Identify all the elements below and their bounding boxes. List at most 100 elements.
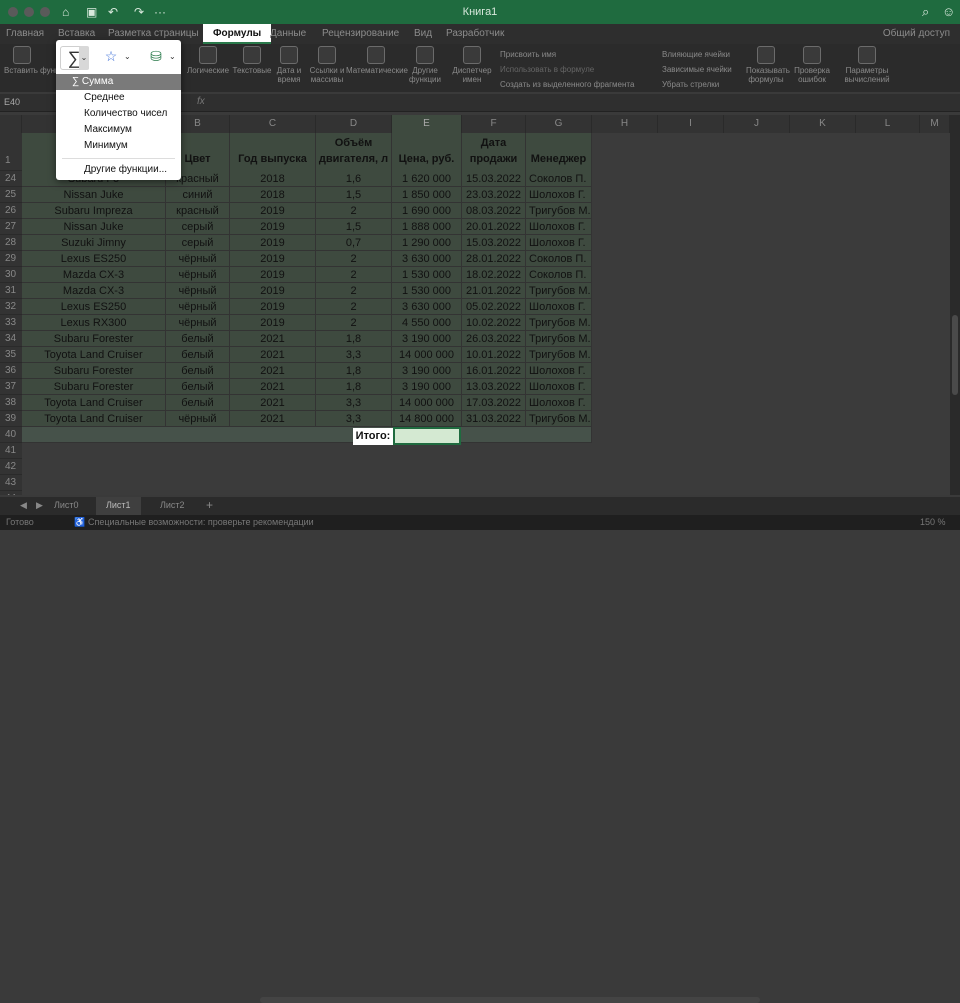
cell[interactable]: 1,8 <box>316 363 392 379</box>
row-header[interactable]: 31 <box>0 283 22 299</box>
cell[interactable]: 14 000 000 <box>392 347 462 363</box>
cell[interactable]: Шолохов Г. <box>526 379 592 395</box>
cell[interactable]: Lexus ES250 <box>22 251 166 267</box>
cell[interactable]: 2019 <box>230 203 316 219</box>
cell[interactable]: Subaru Impreza <box>22 203 166 219</box>
cell[interactable]: 2021 <box>230 331 316 347</box>
cell[interactable]: 2019 <box>230 283 316 299</box>
sheet-nav-next-icon[interactable]: ▶ <box>36 500 43 511</box>
trace-precedents-button[interactable]: Влияющие ячейки <box>662 50 730 59</box>
tab-view[interactable]: Вид <box>414 28 432 39</box>
star-icon[interactable]: ☆ <box>101 48 121 68</box>
cell[interactable]: 2019 <box>230 299 316 315</box>
cell[interactable]: Nissan Juke <box>22 187 166 203</box>
column-header-j[interactable]: J <box>724 115 790 133</box>
cell[interactable]: 1 530 000 <box>392 267 462 283</box>
cell[interactable]: 3 190 000 <box>392 379 462 395</box>
cell[interactable]: Toyota Land Cruiser <box>22 395 166 411</box>
logical-button[interactable]: Логические <box>186 46 230 75</box>
cell[interactable]: 2018 <box>230 171 316 187</box>
cell[interactable]: 15.03.2022 <box>462 235 526 251</box>
cell[interactable]: 2 <box>316 283 392 299</box>
tab-home[interactable]: Главная <box>6 28 44 39</box>
cell[interactable]: Тригубов М. <box>526 411 592 427</box>
insert-function-button[interactable]: Вставить функцию <box>4 46 74 75</box>
chevron-down-icon[interactable]: ⌄ <box>79 46 89 70</box>
cell[interactable]: 2019 <box>230 251 316 267</box>
cell[interactable]: 14 000 000 <box>392 395 462 411</box>
header-cell-f[interactable]: Дата продажи <box>462 133 526 171</box>
cell[interactable]: 1,8 <box>316 379 392 395</box>
cell[interactable]: 3 630 000 <box>392 251 462 267</box>
cell[interactable]: Соколов П. <box>526 267 592 283</box>
assign-name-button[interactable]: Присвоить имя <box>500 50 556 59</box>
sheet-nav-prev-icon[interactable]: ◀ <box>20 500 27 511</box>
cell[interactable]: Mazda CX-3 <box>22 283 166 299</box>
select-all-corner[interactable] <box>0 115 22 133</box>
cell[interactable]: Шолохов Г. <box>526 187 592 203</box>
sheet-tab-1[interactable]: Лист1 <box>96 497 141 515</box>
trace-dependents-button[interactable]: Зависимые ячейки <box>662 65 732 74</box>
cell[interactable]: белый <box>166 379 230 395</box>
cell[interactable]: 4 550 000 <box>392 315 462 331</box>
cell[interactable]: 16.01.2022 <box>462 363 526 379</box>
horizontal-scrollbar[interactable] <box>260 997 760 1003</box>
cell[interactable]: 23.03.2022 <box>462 187 526 203</box>
column-header-d[interactable]: D <box>316 115 392 133</box>
cell[interactable]: белый <box>166 347 230 363</box>
header-cell-e[interactable]: Цена, руб. <box>392 133 462 171</box>
column-header-h[interactable]: H <box>592 115 658 133</box>
cell[interactable]: серый <box>166 219 230 235</box>
cell[interactable]: 1,5 <box>316 219 392 235</box>
row-header[interactable]: 32 <box>0 299 22 315</box>
cell[interactable]: 2021 <box>230 363 316 379</box>
accessibility-status[interactable]: Специальные возможности: проверьте реком… <box>88 517 314 527</box>
row-header[interactable]: 36 <box>0 363 22 379</box>
name-manager-button[interactable]: Диспетчер имен <box>452 46 492 84</box>
use-in-formula-button[interactable]: Использовать в формуле <box>500 65 594 74</box>
selected-cell-e40[interactable] <box>393 427 461 445</box>
column-header-k[interactable]: K <box>790 115 856 133</box>
cell[interactable]: 3,3 <box>316 395 392 411</box>
menu-item-count[interactable]: Количество чисел <box>56 106 181 122</box>
cell[interactable]: 2 <box>316 299 392 315</box>
show-formulas-button[interactable]: Показывать формулы <box>746 46 790 84</box>
tab-insert[interactable]: Вставка <box>58 28 95 39</box>
sheet-tab-2[interactable]: Лист2 <box>160 500 185 510</box>
cell[interactable]: Тригубов М. <box>526 283 592 299</box>
cell[interactable]: чёрный <box>166 315 230 331</box>
cell[interactable]: 1 850 000 <box>392 187 462 203</box>
column-header-e[interactable]: E <box>392 115 462 133</box>
cell[interactable]: Toyota Land Cruiser <box>22 347 166 363</box>
row-header[interactable]: 41 <box>0 443 22 459</box>
cell[interactable]: чёрный <box>166 411 230 427</box>
row-header[interactable]: 37 <box>0 379 22 395</box>
database-icon[interactable]: ⛁ <box>146 48 166 68</box>
cell[interactable]: 2 <box>316 251 392 267</box>
cell[interactable]: 2019 <box>230 235 316 251</box>
calc-options-button[interactable]: Параметры вычислений <box>842 46 892 84</box>
cell[interactable]: 13.03.2022 <box>462 379 526 395</box>
row-header[interactable]: 42 <box>0 459 22 475</box>
cell[interactable]: Шолохов Г. <box>526 395 592 411</box>
cell[interactable]: Lexus RX300 <box>22 315 166 331</box>
cell[interactable]: Toyota Land Cruiser <box>22 411 166 427</box>
row-header[interactable]: 26 <box>0 203 22 219</box>
cell[interactable]: 2019 <box>230 267 316 283</box>
row-header[interactable]: 34 <box>0 331 22 347</box>
row-header[interactable]: 29 <box>0 251 22 267</box>
row-header[interactable]: 28 <box>0 235 22 251</box>
cell[interactable]: 14 800 000 <box>392 411 462 427</box>
cell[interactable]: 2 <box>316 203 392 219</box>
cell[interactable]: синий <box>166 187 230 203</box>
cell[interactable]: Subaru Forester <box>22 379 166 395</box>
row-header[interactable]: 1 <box>0 133 22 171</box>
column-header-i[interactable]: I <box>658 115 724 133</box>
cell[interactable]: 18.02.2022 <box>462 267 526 283</box>
cell[interactable]: чёрный <box>166 267 230 283</box>
cell[interactable]: Subaru Forester <box>22 363 166 379</box>
cell[interactable]: 2018 <box>230 187 316 203</box>
cell[interactable]: 2 <box>316 267 392 283</box>
lookup-button[interactable]: Ссылки и массивы <box>307 46 347 84</box>
cell[interactable]: Suzuki Jimny <box>22 235 166 251</box>
